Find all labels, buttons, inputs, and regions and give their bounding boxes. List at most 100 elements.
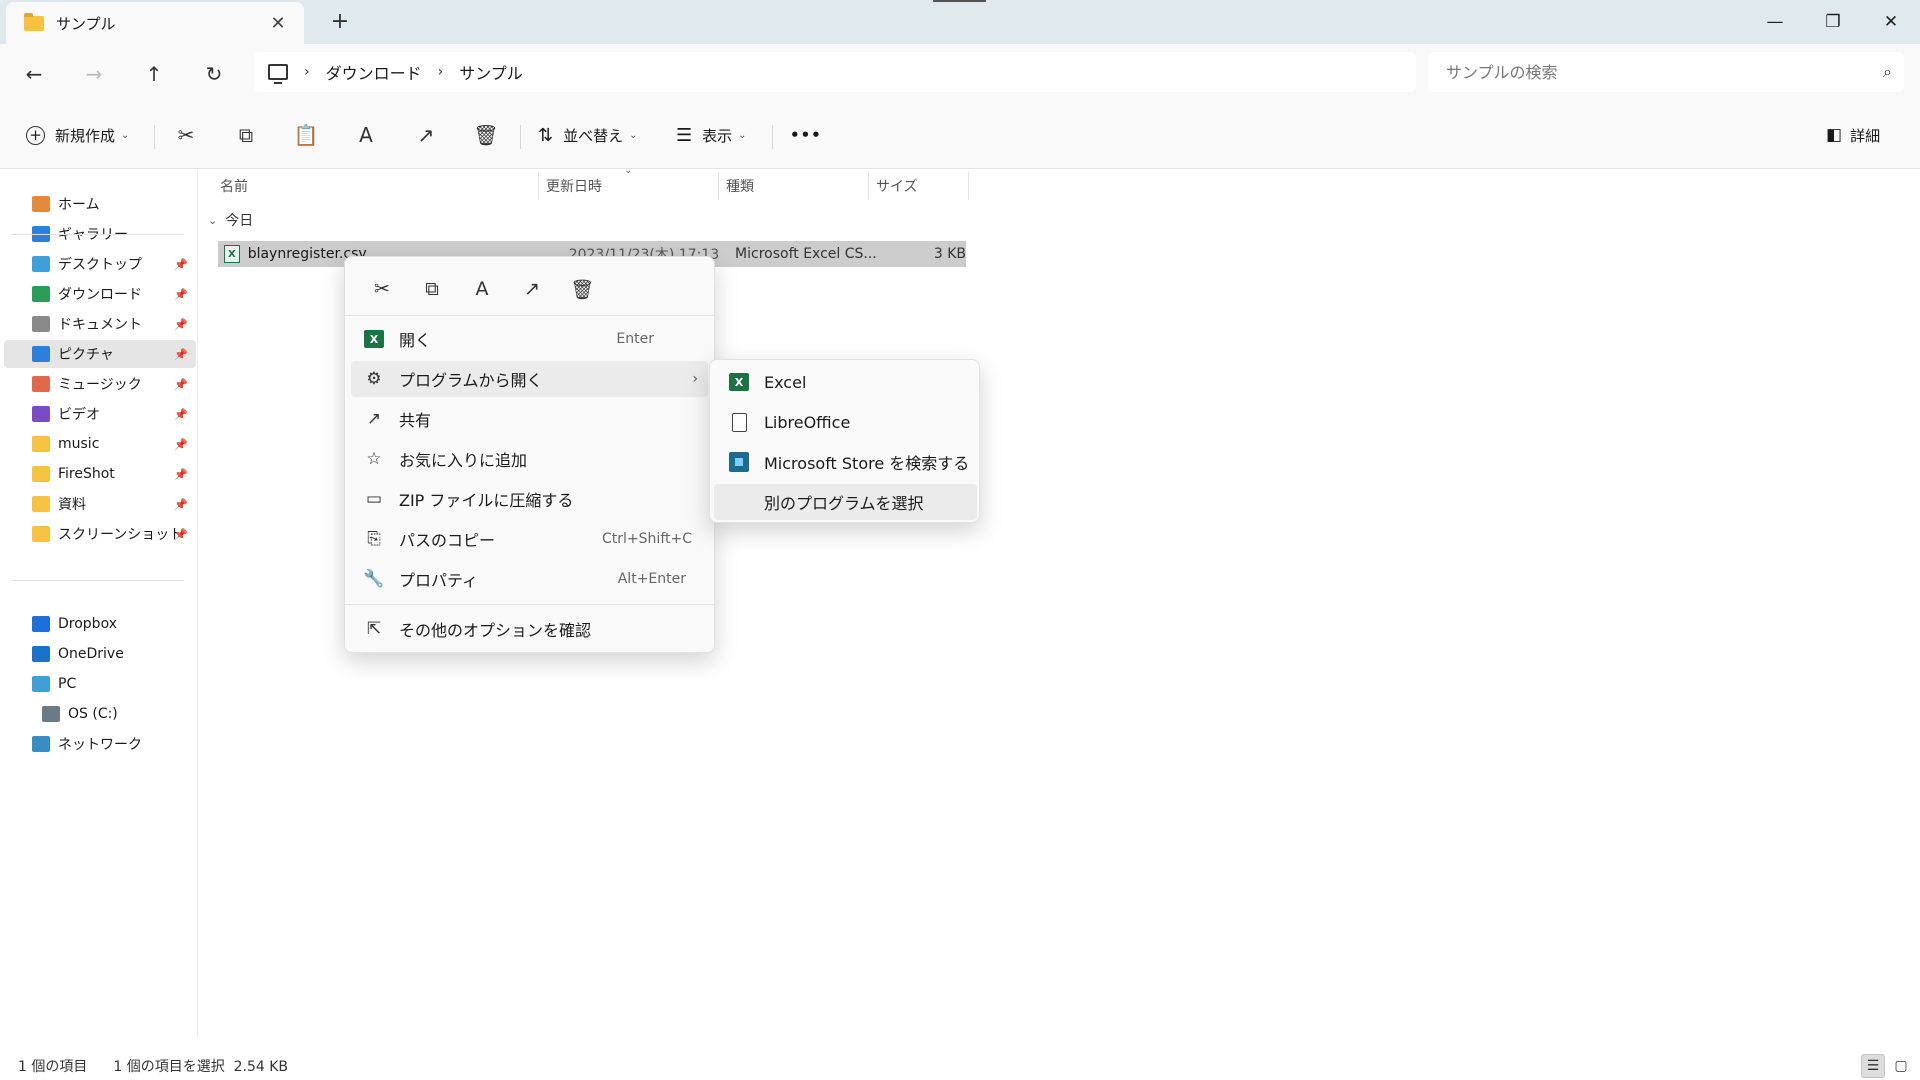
new-button[interactable]: + 新規作成 ⌄ [26,117,129,153]
sort-icon: ⇅ [538,124,554,146]
menu-item-more-options[interactable]: ⇱ その他のオプションを確認 [351,611,708,647]
column-header-name[interactable]: 名前 [212,170,538,202]
sidebar-item-fireshot[interactable]: FireShot 📌 [4,460,196,488]
menu-item-properties[interactable]: 🔧 プロパティ Alt+Enter [351,561,708,597]
menu-item-copy-path[interactable]: ⎘ パスのコピー Ctrl+Shift+C [351,521,708,557]
address-bar[interactable]: › ダウンロード › サンプル [254,52,1416,92]
paste-button[interactable]: 📋 [288,117,324,153]
view-icon: ☰ [676,124,693,146]
breadcrumb-sample[interactable]: サンプル [459,60,523,84]
sidebar-item-desktop[interactable]: デスクトップ 📌 [4,250,196,278]
submenu-item-libreoffice[interactable]: LibreOffice [714,404,977,440]
context-menu: ✂ ⧉ A ↗ 🗑 X 開く Enter ⚙ プログラムから開く › ↗ 共有 … [344,256,715,653]
chevron-right-icon: › [692,371,698,387]
pin-icon[interactable]: 📌 [174,378,188,391]
pin-icon[interactable]: 📌 [174,318,188,331]
back-button[interactable]: ← [18,58,50,90]
rename-button[interactable]: A [348,117,384,153]
divider [154,125,155,149]
share-icon[interactable]: ↗ [507,271,557,307]
sidebar-item-videos[interactable]: ビデオ 📌 [4,400,196,428]
menu-item-label: ZIP ファイルに圧縮する [399,491,574,510]
cut-icon[interactable]: ✂ [357,271,407,307]
copy-icon[interactable]: ⧉ [407,271,457,307]
pc-icon [268,64,288,84]
sort-button[interactable]: ⇅ 並べ替え ⌄ [538,117,638,153]
minimize-button[interactable]: — [1746,0,1804,44]
close-window-button[interactable]: ✕ [1862,0,1920,44]
sidebar-item-pictures[interactable]: ピクチャ 📌 [4,340,196,368]
sidebar-item-pc[interactable]: PC [4,670,196,698]
pin-icon[interactable]: 📌 [174,468,188,481]
desktop-icon [32,256,50,272]
tab-close-button[interactable]: ✕ [266,13,290,34]
sidebar-item-screenshots[interactable]: スクリーンショット 📌 [4,520,196,548]
new-tab-button[interactable]: + [326,8,354,36]
pin-icon[interactable]: 📌 [174,348,188,361]
sidebar-item-network[interactable]: ネットワーク [4,730,196,758]
view-button[interactable]: ☰ 表示 ⌄ [676,117,747,153]
pane-divider[interactable] [197,170,198,1036]
copy-button[interactable]: ⧉ [228,117,264,153]
column-header-type[interactable]: 種類 [718,170,868,202]
menu-item-compress-zip[interactable]: ▭ ZIP ファイルに圧縮する [351,481,708,517]
pin-icon[interactable]: 📌 [174,288,188,301]
pin-icon[interactable]: 📌 [174,258,188,271]
sidebar-item-dropbox[interactable]: Dropbox [4,610,196,638]
menu-item-add-favorite[interactable]: ☆ お気に入りに追加 [351,441,708,477]
share-button[interactable]: ↗ [408,117,444,153]
sidebar-item-os-drive[interactable]: OS (C:) [4,700,196,728]
refresh-button[interactable]: ↻ [198,58,230,90]
group-header-today[interactable]: ⌄ 今日 [208,210,253,230]
pin-icon[interactable]: 📌 [174,528,188,541]
sidebar-item-onedrive[interactable]: OneDrive [4,640,196,668]
item-count: 1 個の項目 [18,1059,88,1075]
sidebar-item-music-folder[interactable]: music 📌 [4,430,196,458]
tab-sample[interactable]: サンプル ✕ [6,2,304,44]
delete-button[interactable]: 🗑 [468,117,504,153]
sidebar-item-materials[interactable]: 資料 📌 [4,490,196,518]
search-input[interactable] [1446,62,1884,82]
up-button[interactable]: ↑ [138,58,170,90]
menu-item-open-with[interactable]: ⚙ プログラムから開く › [351,361,708,397]
tiles-view-button[interactable]: ▢ [1889,1054,1913,1078]
menu-item-open[interactable]: X 開く Enter [351,321,708,357]
sidebar-item-downloads[interactable]: ダウンロード 📌 [4,280,196,308]
submenu-item-store[interactable]: Microsoft Store を検索する [714,444,977,480]
sidebar-item-documents[interactable]: ドキュメント 📌 [4,310,196,338]
search-box[interactable]: ⌕ [1428,52,1904,92]
column-header-size[interactable]: サイズ [868,170,968,202]
chevron-down-icon: ⌄ [208,213,218,227]
os-drive-icon [42,706,60,722]
documents-icon [32,316,50,332]
chevron-down-icon: ⌄ [629,129,638,141]
submenu-item-label: 別のプログラムを選択 [764,494,924,513]
pin-icon[interactable]: 📌 [174,438,188,451]
sidebar-item-label: FireShot [58,466,115,482]
rename-icon[interactable]: A [457,271,507,307]
sidebar-item-home[interactable]: ホーム [4,190,196,218]
search-icon[interactable]: ⌕ [1883,62,1892,82]
pin-icon[interactable]: 📌 [174,498,188,511]
sidebar-item-music-library[interactable]: ミュージック 📌 [4,370,196,398]
more-options-button[interactable]: ••• [790,117,822,153]
pin-icon[interactable]: 📌 [174,408,188,421]
menu-item-share[interactable]: ↗ 共有 [351,401,708,437]
breadcrumb-downloads[interactable]: ダウンロード [326,60,422,84]
sidebar-item-label: music [58,436,100,452]
details-pane-button[interactable]: ◧ 詳細 [1826,117,1880,153]
submenu-item-choose-other[interactable]: 別のプログラムを選択 [714,484,977,520]
menu-item-label: 共有 [399,411,432,430]
blank-icon [728,492,750,512]
cut-button[interactable]: ✂ [168,117,204,153]
delete-icon[interactable]: 🗑 [557,271,607,307]
column-divider[interactable] [968,172,969,200]
column-header-date[interactable]: 更新日時 [538,170,718,202]
zip-icon: ▭ [365,489,383,509]
details-view-button[interactable]: ☰ [1861,1054,1885,1078]
excel-csv-file-icon: X [224,245,240,263]
submenu-item-excel[interactable]: X Excel [714,364,977,400]
status-bar: 1 個の項目 1 個の項目を選択 2.54 KB [0,1052,1920,1080]
forward-button[interactable]: → [78,58,110,90]
maximize-button[interactable]: ❐ [1804,0,1862,44]
